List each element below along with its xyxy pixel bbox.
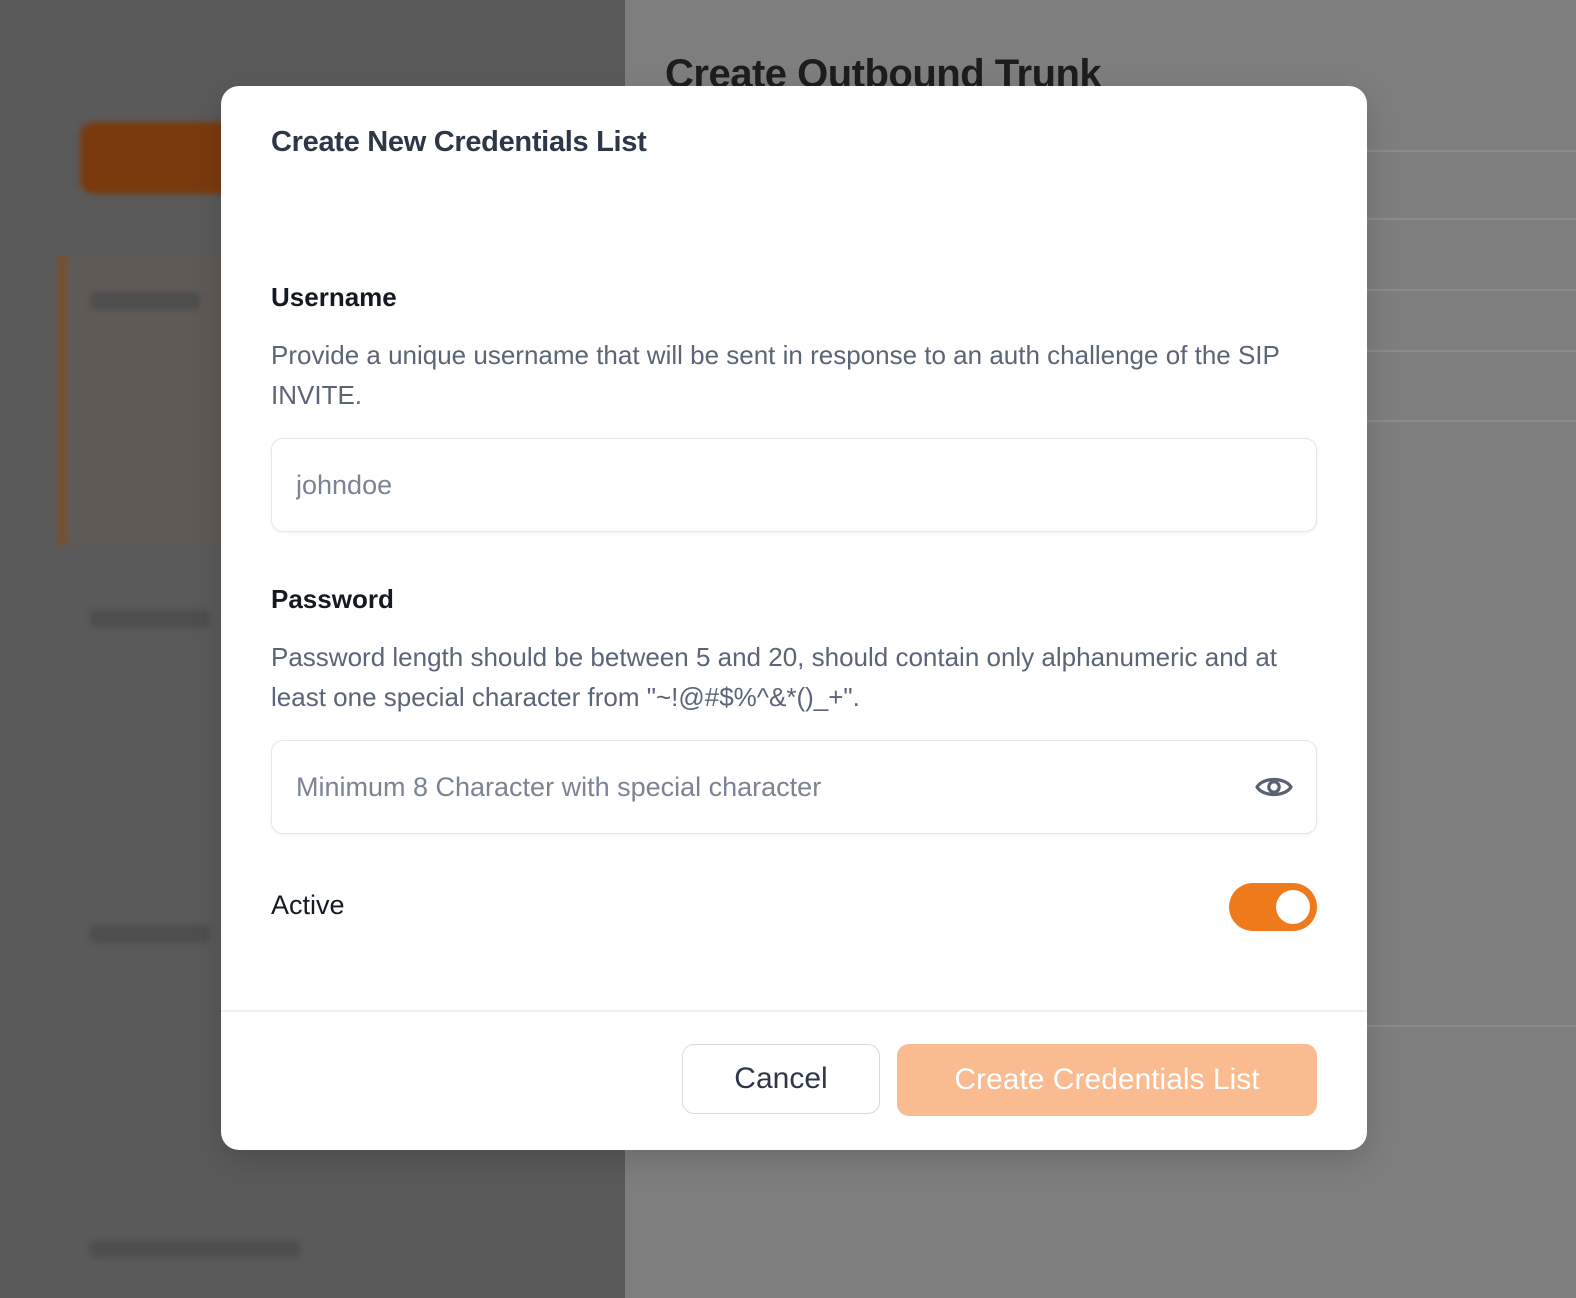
username-field-container: [271, 438, 1317, 532]
username-input[interactable]: [296, 439, 1216, 531]
eye-icon[interactable]: [1254, 768, 1294, 806]
background-divider: [1367, 350, 1576, 352]
background-text-line: [90, 1240, 300, 1258]
active-label: Active: [271, 890, 345, 920]
create-credentials-dialog: Create New Credentials List Username Pro…: [221, 86, 1367, 1150]
username-description: Provide a unique username that will be s…: [271, 340, 1280, 410]
background-text-line: [90, 925, 210, 943]
background-divider: [1367, 420, 1576, 422]
dialog-title: Create New Credentials List: [271, 126, 647, 158]
active-toggle[interactable]: [1229, 883, 1317, 931]
password-field-container: [271, 740, 1317, 834]
background-divider: [1367, 218, 1576, 220]
footer-divider: [221, 1010, 1367, 1012]
cancel-button[interactable]: Cancel: [682, 1044, 880, 1114]
password-description: Password length should be between 5 and …: [271, 642, 1278, 712]
password-input[interactable]: [296, 741, 1216, 833]
toggle-knob: [1276, 890, 1310, 924]
background-divider: [1367, 289, 1576, 291]
background-text-line: [90, 292, 200, 310]
create-credentials-list-button[interactable]: Create Credentials List: [897, 1044, 1317, 1116]
background-divider: [1367, 150, 1576, 152]
background-divider: [1367, 1025, 1576, 1027]
background-text-line: [90, 610, 210, 628]
username-label: Username: [271, 282, 397, 312]
password-label: Password: [271, 584, 394, 614]
